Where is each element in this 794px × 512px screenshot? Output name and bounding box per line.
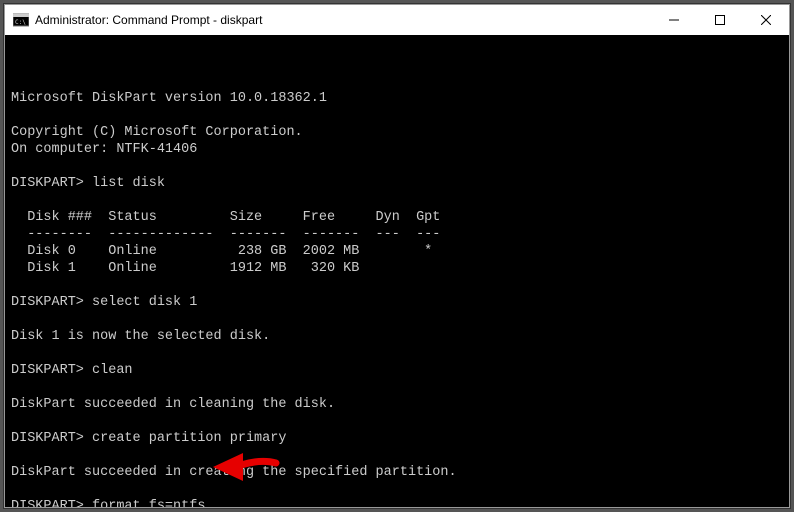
terminal-line: DiskPart succeeded in cleaning the disk. (11, 396, 783, 413)
terminal-line (11, 158, 783, 175)
terminal-line: Disk 1 is now the selected disk. (11, 328, 783, 345)
terminal-output[interactable]: Microsoft DiskPart version 10.0.18362.1 … (5, 35, 789, 507)
terminal-line: DISKPART> clean (11, 362, 783, 379)
terminal-line: -------- ------------- ------- ------- -… (11, 226, 783, 243)
terminal-line (11, 379, 783, 396)
terminal-line (11, 345, 783, 362)
terminal-line: DISKPART> create partition primary (11, 430, 783, 447)
maximize-button[interactable] (697, 5, 743, 35)
terminal-line (11, 192, 783, 209)
terminal-line: Disk ### Status Size Free Dyn Gpt (11, 209, 783, 226)
terminal-line (11, 107, 783, 124)
terminal-line: DiskPart succeeded in creating the speci… (11, 464, 783, 481)
terminal-line: Copyright (C) Microsoft Corporation. (11, 124, 783, 141)
terminal-line (11, 277, 783, 294)
terminal-line: DISKPART> list disk (11, 175, 783, 192)
terminal-line (11, 447, 783, 464)
terminal-line: Disk 1 Online 1912 MB 320 KB (11, 260, 783, 277)
terminal-line: On computer: NTFK-41406 (11, 141, 783, 158)
terminal-line: Disk 0 Online 238 GB 2002 MB * (11, 243, 783, 260)
minimize-button[interactable] (651, 5, 697, 35)
terminal-line (11, 311, 783, 328)
command-prompt-window: C:\ Administrator: Command Prompt - disk… (4, 4, 790, 508)
terminal-line (11, 481, 783, 498)
svg-text:C:\: C:\ (15, 19, 26, 26)
terminal-line: DISKPART> select disk 1 (11, 294, 783, 311)
terminal-line: DISKPART> format fs=ntfs (11, 498, 783, 507)
cmd-icon: C:\ (13, 12, 29, 28)
terminal-line (11, 413, 783, 430)
window-title: Administrator: Command Prompt - diskpart (35, 13, 651, 27)
titlebar[interactable]: C:\ Administrator: Command Prompt - disk… (5, 5, 789, 35)
terminal-line (11, 73, 783, 90)
close-button[interactable] (743, 5, 789, 35)
terminal-line: Microsoft DiskPart version 10.0.18362.1 (11, 90, 783, 107)
